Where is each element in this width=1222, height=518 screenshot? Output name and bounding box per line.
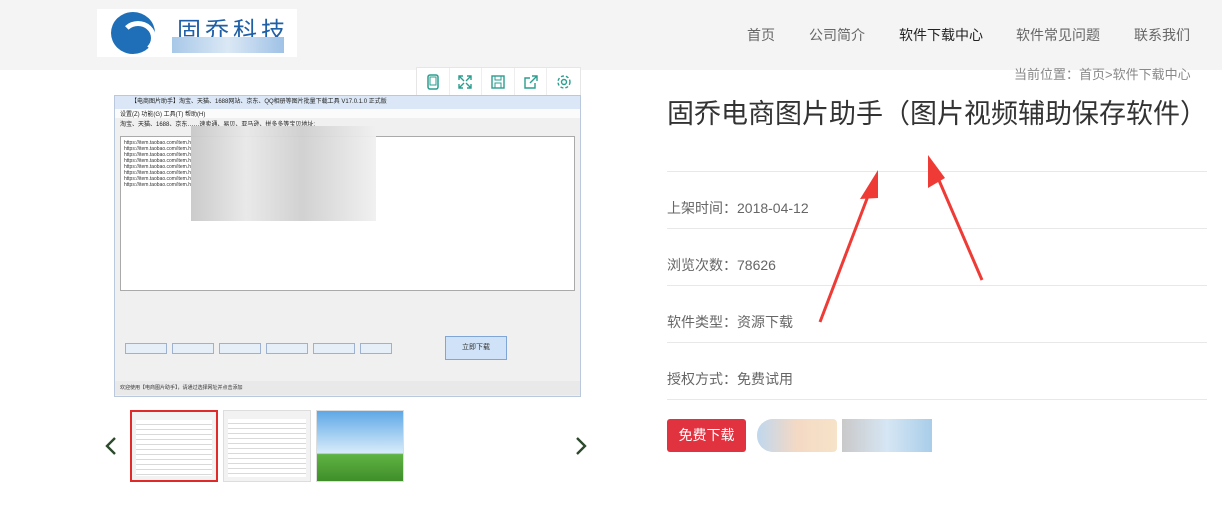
free-download-button[interactable]: 免费下载 <box>667 419 746 452</box>
nav-software-faq[interactable]: 软件常见问题 <box>1016 25 1100 45</box>
app-option-button <box>219 343 261 354</box>
license-type: 授权方式：免费试用 <box>667 371 793 387</box>
software-screenshot: 【电商图片助手】淘宝、天猫、1688网站、京东、QQ相册等图片批量下载工具 V1… <box>114 95 581 397</box>
carousel-thumbnail-3[interactable] <box>316 410 404 482</box>
save-icon[interactable] <box>482 68 515 96</box>
fullscreen-icon[interactable] <box>450 68 483 96</box>
nav-company-intro[interactable]: 公司简介 <box>809 25 865 45</box>
divider <box>667 342 1207 343</box>
carousel-next-button[interactable] <box>571 433 591 459</box>
logo-mark-icon <box>111 12 156 55</box>
divider <box>667 228 1207 229</box>
app-option-button <box>172 343 214 354</box>
app-start-download-button: 立即下载 <box>445 336 507 360</box>
carousel-thumbnail-1[interactable] <box>130 410 218 482</box>
thumbnail-image <box>136 420 212 476</box>
app-option-button <box>360 343 392 354</box>
thumbnail-landscape-image <box>317 411 403 481</box>
carousel-prev-button[interactable] <box>101 433 121 459</box>
view-count: 浏览次数：78626 <box>667 257 776 273</box>
software-type: 软件类型：资源下载 <box>667 314 793 330</box>
app-options-panel: 立即下载 <box>120 298 575 386</box>
divider <box>667 171 1207 172</box>
nav-software-download[interactable]: 软件下载中心 <box>899 25 983 45</box>
app-option-button <box>266 343 308 354</box>
divider <box>667 399 1207 400</box>
blurred-badge <box>842 419 932 452</box>
image-toolbar <box>416 67 581 97</box>
product-title: 固乔电商图片助手（图片视频辅助保存软件） <box>667 99 1207 129</box>
divider <box>667 285 1207 286</box>
app-option-button <box>125 343 167 354</box>
site-header: 固乔科技 首页 公司简介 软件下载中心 软件常见问题 联系我们 <box>0 0 1222 70</box>
logo-subtitle-blur <box>172 37 284 53</box>
annotation-arrow-left <box>818 195 870 323</box>
thumbnail-image <box>228 419 306 477</box>
tablet-icon[interactable] <box>417 68 450 96</box>
breadcrumb: 当前位置：首页>软件下载中心 <box>1014 67 1191 82</box>
annotation-arrow-left-head <box>860 170 878 199</box>
chevron-left-icon <box>105 437 116 455</box>
app-status-bar: 欢迎使用【电商图片助手】，请通过选择网址并点击添加 <box>115 381 580 395</box>
app-menu-bar: 设置(Z) 功能(G) 工具(T) 帮助(H) <box>115 109 580 118</box>
share-icon[interactable] <box>515 68 548 96</box>
release-date: 上架时间：2018-04-12 <box>667 200 809 216</box>
chevron-right-icon <box>576 437 587 455</box>
annotation-arrow-right <box>936 177 984 281</box>
blurred-badge <box>757 419 837 452</box>
screenshot-mosaic-blur <box>191 126 376 221</box>
app-option-button <box>313 343 355 354</box>
app-window-title: 【电商图片助手】淘宝、天猫、1688网站、京东、QQ相册等图片批量下载工具 V1… <box>115 96 580 109</box>
company-logo[interactable]: 固乔科技 <box>97 9 297 57</box>
nav-contact[interactable]: 联系我们 <box>1134 25 1190 45</box>
settings-icon[interactable] <box>547 68 580 96</box>
carousel-thumbnail-2[interactable] <box>223 410 311 482</box>
nav-home[interactable]: 首页 <box>747 25 775 45</box>
